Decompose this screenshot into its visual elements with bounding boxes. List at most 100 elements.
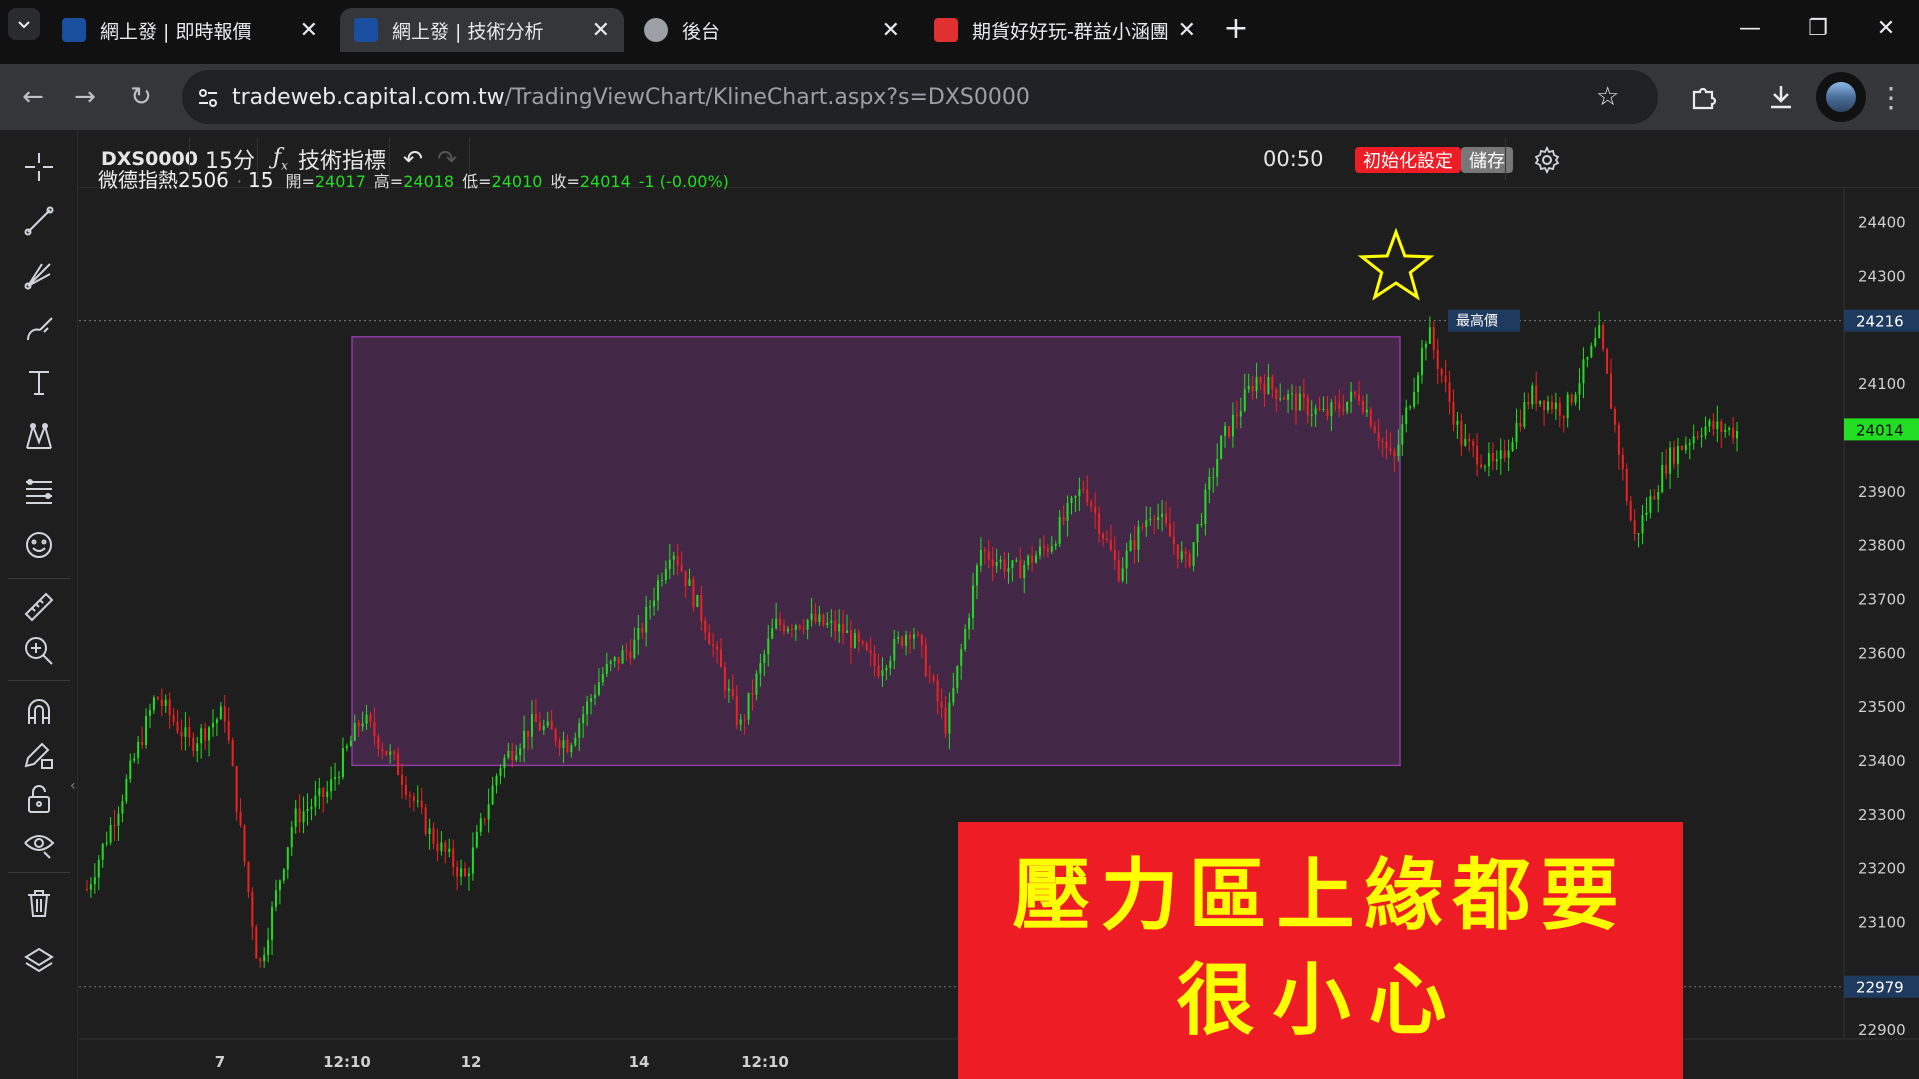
candle-body — [1318, 408, 1321, 410]
measure-tool[interactable] — [18, 586, 60, 628]
brush-tool[interactable] — [18, 308, 60, 350]
emoji-tool[interactable] — [18, 524, 60, 566]
forward-button[interactable]: → — [68, 80, 102, 114]
candle-body — [105, 842, 108, 844]
zoom-in-tool[interactable] — [18, 630, 60, 672]
reset-settings-button[interactable]: 初始化設定 — [1355, 147, 1461, 173]
new-tab-button[interactable]: + — [1218, 10, 1254, 46]
settings-gear-icon[interactable] — [1533, 146, 1561, 174]
reload-button[interactable]: ↻ — [124, 80, 158, 114]
restore-button[interactable]: ❐ — [1784, 0, 1852, 56]
candle-body — [680, 565, 683, 571]
annotation-box[interactable]: 壓力區上緣都要 很小心 — [958, 822, 1683, 1079]
candle-body — [361, 723, 364, 727]
candle-body — [830, 620, 833, 623]
candle-body — [1550, 401, 1553, 410]
profile-avatar[interactable] — [1816, 72, 1866, 122]
hide-drawings-tool[interactable] — [18, 822, 60, 864]
y-tick-label: 23400 — [1858, 752, 1906, 770]
candle-body — [704, 620, 707, 633]
candle-body — [1716, 421, 1719, 430]
trend-line-tool[interactable] — [18, 200, 60, 242]
tab-technical-analysis[interactable]: 網上發 | 技術分析 ✕ — [340, 8, 624, 52]
candle-body — [897, 636, 900, 639]
candle-body — [1141, 526, 1144, 528]
candle-body — [1121, 568, 1124, 581]
close-window-button[interactable]: ✕ — [1852, 0, 1919, 56]
candle-body — [1696, 436, 1699, 438]
pattern-tool[interactable] — [18, 416, 60, 458]
candle-body — [991, 559, 994, 567]
url-text: tradeweb.capital.com.tw/TradingViewChart… — [232, 85, 1030, 110]
candle-body — [93, 877, 96, 885]
candle-body — [1101, 534, 1104, 539]
prediction-tool[interactable] — [18, 470, 60, 512]
tab-search-button[interactable] — [8, 8, 40, 40]
crosshair-tool[interactable] — [18, 146, 60, 188]
candle-body — [389, 751, 392, 755]
candle-body — [495, 775, 498, 786]
object-tree-tool[interactable] — [18, 940, 60, 982]
candle-body — [987, 551, 990, 560]
capital-favicon-icon — [62, 18, 86, 42]
candle-body — [731, 688, 734, 696]
candle-body — [456, 867, 459, 877]
minimize-button[interactable]: — — [1716, 0, 1784, 56]
candle-body — [979, 549, 982, 566]
delete-drawings-tool[interactable] — [18, 882, 60, 924]
bookmark-star-icon[interactable]: ☆ — [1596, 82, 1619, 112]
stay-in-drawing-tool[interactable] — [18, 734, 60, 776]
candle-body — [152, 697, 155, 711]
more-menu-icon[interactable]: ⋮ — [1874, 80, 1908, 114]
candle-body — [101, 843, 104, 860]
gann-fib-tool[interactable] — [18, 254, 60, 296]
candle-body — [956, 665, 959, 688]
candle-body — [810, 613, 813, 620]
candle-body — [1220, 435, 1223, 459]
toolbar-divider — [1505, 138, 1506, 180]
candle-body — [1495, 459, 1498, 462]
magnet-tool[interactable] — [18, 690, 60, 732]
candle-body — [1200, 523, 1203, 525]
candle-body — [1507, 450, 1510, 458]
candle-body — [243, 825, 246, 863]
candle-body — [869, 650, 872, 654]
tab-backend[interactable]: 後台 ✕ — [630, 8, 914, 52]
candle-body — [775, 618, 778, 629]
text-tool[interactable] — [18, 362, 60, 404]
lock-drawings-tool[interactable] — [18, 778, 60, 820]
extensions-icon[interactable] — [1688, 82, 1718, 112]
close-icon[interactable]: ✕ — [300, 18, 318, 43]
back-button[interactable]: ← — [16, 80, 50, 114]
candle-body — [747, 692, 750, 720]
site-info-icon[interactable] — [196, 86, 220, 110]
candle-body — [968, 617, 971, 630]
candle-body — [1736, 431, 1739, 439]
toolbar-divider — [8, 872, 70, 873]
candle-body — [507, 750, 510, 758]
candle-body — [208, 727, 211, 741]
toolbar-divider — [8, 578, 70, 579]
close-icon[interactable]: ✕ — [882, 18, 900, 43]
close-icon[interactable]: ✕ — [1178, 18, 1196, 43]
candle-body — [1235, 414, 1238, 417]
candle-body — [215, 719, 218, 724]
candle-body — [1161, 513, 1164, 517]
close-icon[interactable]: ✕ — [592, 18, 610, 43]
url-field[interactable]: tradeweb.capital.com.tw/TradingViewChart… — [182, 70, 1658, 124]
candle-body — [802, 628, 805, 630]
candle-body — [590, 698, 593, 702]
tab-realtime-quote[interactable]: 網上發 | 即時報價 ✕ — [48, 8, 332, 52]
tab-title: 網上發 | 即時報價 — [100, 20, 252, 43]
download-icon[interactable] — [1766, 82, 1796, 112]
candle-body — [1326, 409, 1329, 417]
candle-body — [1574, 394, 1577, 403]
candle-body — [1255, 377, 1258, 392]
candle-body — [416, 800, 419, 802]
candle-body — [1633, 520, 1636, 534]
low-price-value: 22979 — [1856, 979, 1904, 997]
candle-body — [1287, 394, 1290, 400]
tab-futures[interactable]: 期貨好好玩-群益小涵團隊|唯一 ✕ — [920, 8, 1210, 52]
candle-body — [814, 613, 817, 623]
capital-favicon-icon — [354, 18, 378, 42]
